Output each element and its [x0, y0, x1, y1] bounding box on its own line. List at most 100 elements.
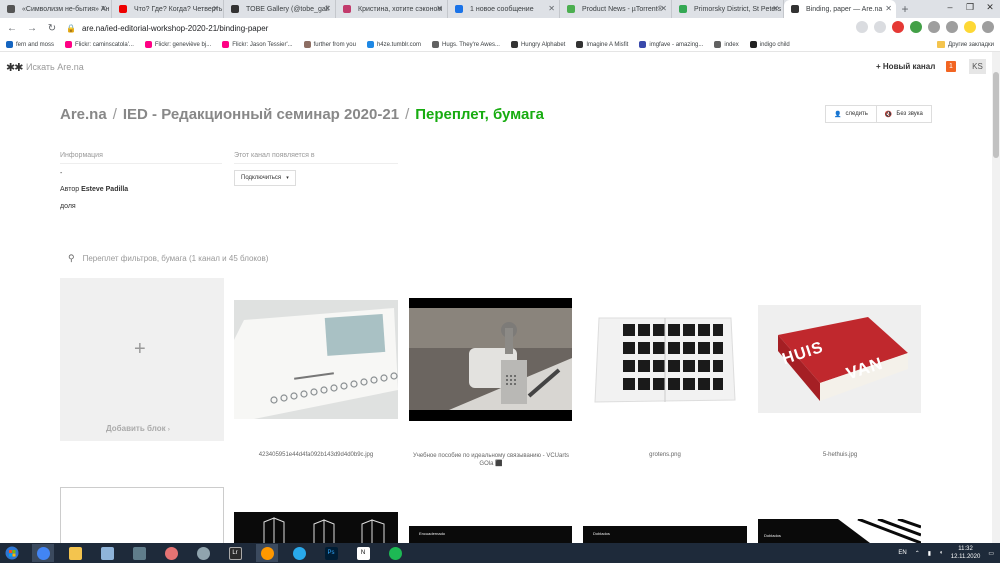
close-icon[interactable]: ✕ — [885, 4, 892, 13]
block-image-5[interactable] — [234, 512, 398, 543]
bookmark-item[interactable]: index — [714, 41, 739, 48]
close-icon[interactable]: ✕ — [212, 4, 219, 13]
close-window-icon[interactable]: ✕ — [980, 0, 1000, 14]
block-empty[interactable] — [60, 487, 224, 543]
block-image-3[interactable] — [583, 310, 747, 405]
close-icon[interactable]: ✕ — [436, 4, 443, 13]
bookmark-item[interactable]: Flickr: Jason Tessier'... — [222, 41, 293, 48]
notion-taskbar-icon[interactable]: N — [352, 544, 374, 562]
add-block-label: Добавить блок › — [106, 424, 170, 433]
follow-button[interactable]: 👤 следить — [825, 105, 877, 123]
avatar[interactable]: KS — [969, 59, 986, 74]
add-block-button[interactable]: + Добавить блок › — [60, 278, 224, 441]
share-link[interactable]: доля — [60, 203, 76, 210]
block-caption-2[interactable]: Учебное пособие по идеальному связыванию… — [409, 452, 573, 468]
browser-tab-2[interactable]: Что? Где? Когда? Четверть ✕ — [112, 0, 224, 18]
close-icon[interactable]: ✕ — [548, 4, 555, 13]
bookmark-item[interactable]: Imagine A Misfit — [576, 41, 628, 48]
reload-icon[interactable]: ↻ — [44, 20, 60, 36]
maximize-icon[interactable]: ❐ — [960, 0, 980, 14]
puzzle-icon[interactable] — [928, 21, 940, 33]
bookmark-item[interactable]: Flickr: caminscatola'... — [65, 41, 134, 48]
network-icon[interactable]: ▮ — [928, 550, 931, 557]
breadcrumb-parent[interactable]: IED - Редакционный семинар 2020-21 — [123, 106, 399, 123]
chrome-taskbar-icon[interactable] — [32, 544, 54, 562]
volume-icon[interactable]: ◖ — [939, 550, 943, 556]
app-taskbar-icon[interactable] — [192, 544, 214, 562]
app-taskbar-icon[interactable] — [160, 544, 182, 562]
photoshop-taskbar-icon[interactable]: Ps — [320, 544, 342, 562]
block-image-4[interactable]: HUIS VAN — [758, 305, 921, 413]
scrollbar-thumb[interactable] — [993, 72, 999, 158]
translate-icon[interactable] — [856, 21, 868, 33]
connect-button[interactable]: Подключиться ▾ — [234, 170, 296, 186]
download-icon[interactable] — [946, 21, 958, 33]
browser-tab-bar: «Символизм не-бытия» Ан ✕ Что? Где? Когда… — [0, 0, 1000, 18]
browser-tab-6[interactable]: Product News - µTorrent® ✕ — [560, 0, 672, 18]
adblock-icon[interactable] — [892, 21, 904, 33]
block-image-8[interactable]: Doblados — [758, 519, 921, 543]
block-caption-1[interactable]: 423405951e44d4fa092b143d9d4d0b9c.jpg — [234, 452, 398, 458]
bookmark-item[interactable]: Flickr: geneviève bj... — [144, 41, 211, 48]
telegram-taskbar-icon[interactable] — [288, 544, 310, 562]
globe-icon — [714, 41, 722, 48]
forward-icon[interactable]: → — [24, 20, 40, 36]
mute-button[interactable]: 🔇 Без звука — [876, 105, 932, 123]
arena-logo-icon[interactable]: ✱✱ — [6, 61, 23, 74]
other-bookmarks[interactable]: Другие закладки — [937, 41, 994, 48]
folder-taskbar-icon[interactable] — [64, 544, 86, 562]
minimize-icon[interactable]: – — [940, 0, 960, 14]
notifications-icon[interactable]: ▭ — [988, 550, 994, 557]
back-icon[interactable]: ← — [4, 20, 20, 36]
browser-tab-5[interactable]: 1 новое сообщение ✕ — [448, 0, 560, 18]
browser-tab-active[interactable]: Binding, paper — Are.na ✕ — [784, 0, 896, 18]
new-tab-button[interactable]: + — [896, 0, 914, 18]
site-search-input[interactable]: Искать Are.na — [26, 62, 84, 72]
menu-icon[interactable] — [982, 21, 994, 33]
block-image-7[interactable]: Doblados — [583, 526, 747, 543]
bookmark-item[interactable]: h4ze.tumblr.com — [366, 41, 421, 48]
block-image-6[interactable]: Encuadernado — [409, 526, 572, 543]
address-bar[interactable]: 🔒 are.na/ied-editorial-workshop-2020-21/… — [66, 24, 268, 33]
bookmark-item[interactable]: Hugs. They're Awes... — [432, 41, 500, 48]
bookmark-icon — [303, 41, 311, 48]
system-tray: EN ⌃ ▮ ◖ 11:32 12.11.2020 ▭ — [898, 545, 994, 561]
spotify-taskbar-icon[interactable] — [384, 544, 406, 562]
url-text: are.na/ied-editorial-workshop-2020-21/bi… — [81, 23, 269, 33]
windows-start-icon[interactable] — [2, 545, 22, 561]
bookmark-item[interactable]: further from you — [303, 41, 356, 48]
filter-input[interactable]: ⚲ Переплет фильтров, бумага (1 канал и 4… — [68, 253, 268, 264]
bookmark-item[interactable]: indigo child — [749, 41, 790, 48]
browser-tab-4[interactable]: Кристина, хотите сэконом ✕ — [336, 0, 448, 18]
paint-taskbar-icon[interactable] — [96, 544, 118, 562]
lightroom-taskbar-icon[interactable]: Lr — [224, 544, 246, 562]
bookmark-item[interactable]: imgfave - amazing... — [639, 41, 703, 48]
star-icon[interactable] — [874, 21, 886, 33]
block-caption-3[interactable]: grotens.png — [583, 452, 747, 458]
block-image-2[interactable] — [409, 298, 572, 421]
clock[interactable]: 11:32 12.11.2020 — [951, 545, 981, 561]
new-channel-button[interactable]: + Новый канал — [876, 62, 935, 71]
browser-tab-3[interactable]: TOBE Gallery (@tobe_gall ✕ — [224, 0, 336, 18]
bookmark-item[interactable]: fern and moss — [6, 41, 54, 48]
breadcrumb-root[interactable]: Are.na — [60, 106, 107, 123]
close-icon[interactable]: ✕ — [324, 4, 331, 13]
page-scrollbar[interactable] — [992, 52, 1000, 543]
extension-check-icon[interactable] — [910, 21, 922, 33]
tray-arrow-icon[interactable]: ⌃ — [915, 550, 920, 557]
close-icon[interactable]: ✕ — [100, 4, 107, 13]
block-caption-4[interactable]: 5-hethuis.jpg — [758, 452, 922, 458]
bookmark-item[interactable]: Hungry Alphabet — [510, 41, 565, 48]
browser-tab-1[interactable]: «Символизм не-бытия» Ан ✕ — [0, 0, 112, 18]
block-image-1[interactable] — [234, 300, 398, 419]
app-taskbar-icon[interactable] — [128, 544, 150, 562]
app-taskbar-icon[interactable] — [256, 544, 278, 562]
close-icon[interactable]: ✕ — [772, 4, 779, 13]
notification-badge[interactable]: 1 — [946, 61, 956, 72]
author-link[interactable]: Esteve Padilla — [81, 186, 128, 193]
language-indicator[interactable]: EN — [898, 550, 906, 556]
profile-icon[interactable] — [964, 21, 976, 33]
browser-tab-7[interactable]: Primorsky District, St Peters ✕ — [672, 0, 784, 18]
close-icon[interactable]: ✕ — [660, 4, 667, 13]
arena-icon — [791, 5, 799, 13]
